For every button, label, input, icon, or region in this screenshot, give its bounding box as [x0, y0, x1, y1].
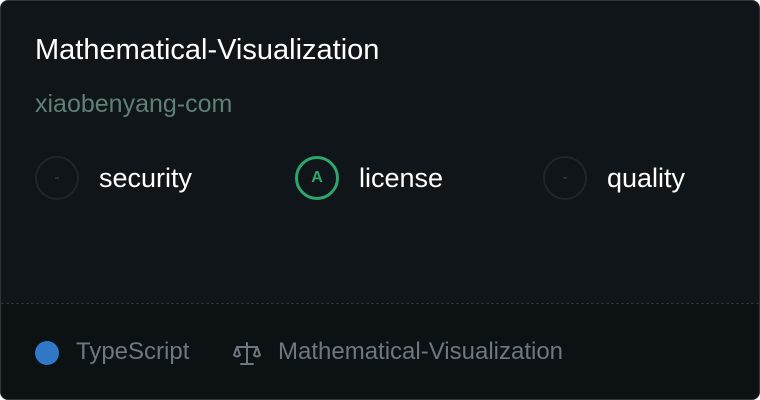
score-quality: - quality: [543, 154, 685, 202]
card-footer: TypeScript Mathematical-Visualization: [1, 303, 759, 399]
quality-grade-badge: -: [543, 156, 587, 200]
score-security: - security: [35, 154, 192, 202]
license-grade-badge: A: [295, 156, 339, 200]
score-license: A license: [295, 154, 443, 202]
scale-icon: [233, 342, 261, 365]
language-name: TypeScript: [76, 338, 190, 365]
repo-card[interactable]: Mathematical-Visualization xiaobenyang-c…: [0, 0, 760, 400]
license-label: license: [359, 162, 444, 193]
license-name: Mathematical-Visualization: [278, 338, 564, 365]
security-grade-badge: -: [35, 156, 79, 200]
repo-name[interactable]: Mathematical-Visualization: [35, 34, 379, 67]
quality-label: quality: [607, 162, 686, 193]
language-color-dot: [35, 341, 59, 365]
repo-owner[interactable]: xiaobenyang-com: [35, 90, 232, 119]
security-label: security: [99, 162, 193, 193]
